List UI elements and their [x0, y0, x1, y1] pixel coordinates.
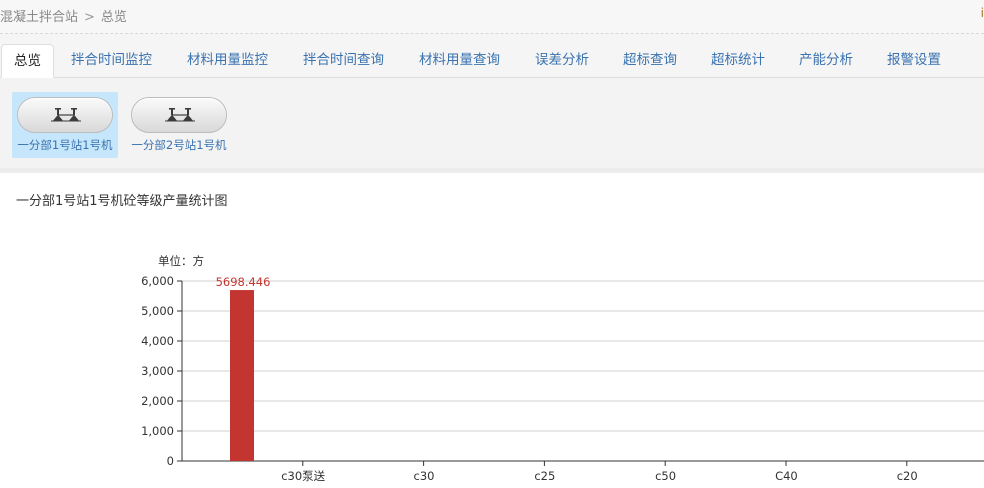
- station-pill: [17, 97, 113, 133]
- tab-mix-time-query[interactable]: 拌合时间查询: [303, 44, 384, 78]
- y-tick-label: 3,000: [141, 364, 174, 378]
- x-tick-label: c30泵送: [281, 469, 325, 483]
- tab-material-usage-monitor[interactable]: 材料用量监控: [187, 44, 268, 78]
- tab-capacity-analysis[interactable]: 产能分析: [799, 44, 853, 78]
- y-tick-label: 4,000: [141, 334, 174, 348]
- tab-alarm-settings[interactable]: 报警设置: [887, 44, 941, 78]
- tab-bar: 总览 拌合时间监控 材料用量监控 拌合时间查询 材料用量查询 误差分析 超标查询…: [0, 34, 984, 78]
- y-tick-label: 1,000: [141, 424, 174, 438]
- bar: [230, 290, 254, 461]
- station-selector: 一分部1号站1号机 一分部2号站1号机: [0, 78, 984, 173]
- y-tick-label: 0: [167, 454, 174, 468]
- chart-panel: 一分部1号站1号机砼等级产量统计图 单位：方 0 1,000 2,000 3,000 4,…: [0, 178, 984, 488]
- x-tick-label: c50: [655, 469, 676, 483]
- tab-error-analysis[interactable]: 误差分析: [535, 44, 589, 78]
- x-tick-label: C40: [775, 469, 798, 483]
- corner-info-icon[interactable]: i: [981, 6, 984, 20]
- tab-exceed-statistics[interactable]: 超标统计: [711, 44, 765, 78]
- top-bar: 混凝土拌合站 > 总览 i: [0, 0, 984, 34]
- breadcrumb-root[interactable]: 混凝土拌合站: [0, 10, 78, 25]
- breadcrumb-current: 总览: [100, 10, 127, 25]
- station-label: 一分部1号站1号机: [17, 138, 113, 152]
- valves-icon: [165, 108, 195, 122]
- x-tick-label: c20: [897, 469, 918, 483]
- breadcrumb: 混凝土拌合站 > 总览: [0, 6, 127, 25]
- y-tick-label: 5,000: [141, 304, 174, 318]
- station-pill: [131, 97, 227, 133]
- y-tick-label: 6,000: [141, 274, 174, 288]
- valves-icon: [51, 108, 81, 122]
- station-button-1[interactable]: 一分部1号站1号机: [12, 92, 118, 158]
- y-axis-unit-label: 单位：方: [158, 254, 204, 268]
- tab-overview[interactable]: 总览: [1, 44, 54, 78]
- tab-exceed-query[interactable]: 超标查询: [623, 44, 677, 78]
- x-tick-label: c25: [534, 469, 555, 483]
- tab-material-usage-query[interactable]: 材料用量查询: [419, 44, 500, 78]
- bar-value-label: 5698.446: [216, 275, 271, 289]
- station-button-2[interactable]: 一分部2号站1号机: [126, 92, 232, 158]
- bar-chart: 单位：方 0 1,000 2,000 3,000 4,000 5,000 6,000 c30泵送…: [141, 254, 984, 483]
- x-tick-label: c30: [414, 469, 435, 483]
- y-tick-label: 2,000: [141, 394, 174, 408]
- tab-mix-time-monitor[interactable]: 拌合时间监控: [71, 44, 152, 78]
- breadcrumb-separator: >: [84, 10, 95, 25]
- station-label: 一分部2号站1号机: [131, 138, 227, 152]
